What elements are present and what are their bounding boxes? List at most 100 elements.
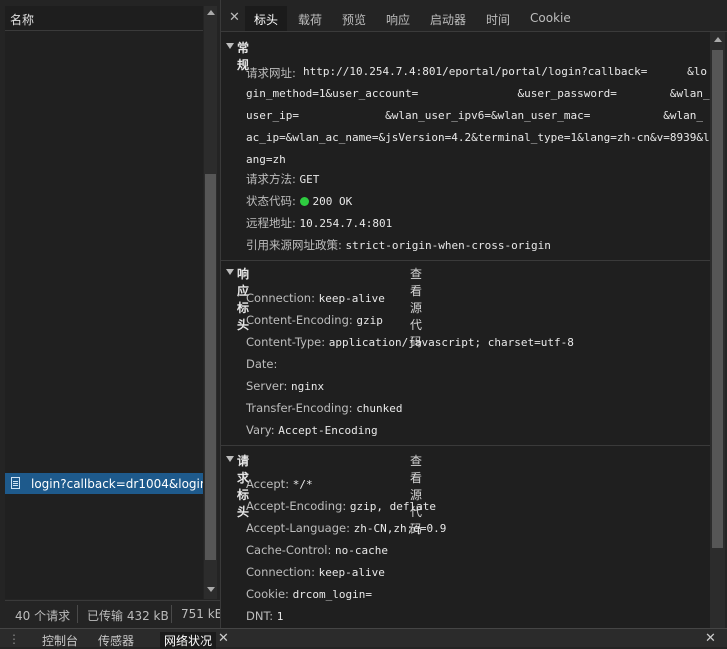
expand-triangle-icon <box>226 456 234 462</box>
request-list-scrollbar[interactable] <box>204 6 217 599</box>
remote-address-row: 远程地址: 10.254.7.4:801 <box>246 215 392 231</box>
response-header-row: Content-Encoding: gzip <box>246 313 383 327</box>
request-header-row: Connection: keep-alive <box>246 565 385 579</box>
scrollbar-thumb[interactable] <box>712 50 723 548</box>
request-url-line: ac_ip=&wlan_ac_name=&jsVersion=4.2&termi… <box>246 131 710 144</box>
header-key: DNT: <box>246 609 274 623</box>
request-method-key: 请求方法: <box>246 172 296 186</box>
status-code-value: 200 OK <box>312 195 353 208</box>
header-value: */* <box>292 478 313 491</box>
expand-triangle-icon <box>226 269 234 275</box>
response-header-row: Transfer-Encoding: chunked <box>246 401 403 415</box>
header-key: Transfer-Encoding: <box>246 401 353 415</box>
header-value: Accept-Encoding <box>278 424 378 437</box>
scrollbar-thumb[interactable] <box>205 174 216 560</box>
header-key: Date: <box>246 357 278 371</box>
request-row-selected[interactable]: login?callback=dr1004&login_method=1&use… <box>5 473 203 494</box>
header-key: Accept-Encoding: <box>246 499 347 513</box>
remote-address-value: 10.254.7.4:801 <box>299 217 393 230</box>
header-value: no-cache <box>335 544 388 557</box>
request-count: 40 个请求 <box>15 609 71 623</box>
drawer-tab-sensors[interactable]: 传感器 <box>98 632 134 649</box>
response-header-row: Server: nginx <box>246 379 324 393</box>
header-key: Connection: <box>246 565 315 579</box>
transferred-size: 已传输 432 kB <box>87 609 169 623</box>
name-column-header[interactable]: 名称 <box>5 6 203 31</box>
header-key: Connection: <box>246 291 315 305</box>
response-header-row: Date: <box>246 357 277 371</box>
header-key: Vary: <box>246 423 275 437</box>
file-icon <box>11 477 20 489</box>
name-column-label: 名称 <box>10 13 35 27</box>
request-header-row: Accept-Language: zh-CN,zh;q=0.9 <box>246 521 446 535</box>
request-header-row: DNT: 1 <box>246 609 283 623</box>
request-name: login?callback=dr1004&login_method=1&use… <box>31 477 203 491</box>
header-value: nginx <box>291 380 325 393</box>
scroll-up-arrow-icon[interactable] <box>207 10 215 15</box>
tab-initiator[interactable]: 启动器 <box>430 11 466 28</box>
response-header-row: Vary: Accept-Encoding <box>246 423 378 437</box>
header-key: Content-Type: <box>246 335 326 349</box>
header-value: chunked <box>356 402 403 415</box>
resource-size: 751 kB <box>181 607 223 621</box>
request-url-key: 请求网址: <box>246 66 296 80</box>
header-key: Cookie: <box>246 587 289 601</box>
tab-response[interactable]: 响应 <box>386 11 410 28</box>
response-header-row: Content-Type: application/javascript; ch… <box>246 335 574 349</box>
status-code-row: 状态代码: 200 OK <box>246 193 352 209</box>
header-value: keep-alive <box>318 566 385 579</box>
header-value: drcom_login= <box>292 588 373 601</box>
scroll-down-arrow-icon[interactable] <box>207 587 215 592</box>
detail-tabs: ✕ 标头 载荷 预览 响应 启动器 时间 Cookie <box>221 6 727 32</box>
drawer-menu-icon[interactable]: ⋮ <box>8 632 20 646</box>
status-ok-icon <box>299 197 309 206</box>
header-key: Accept: <box>246 477 290 491</box>
header-key: Cache-Control: <box>246 543 332 557</box>
request-header-row: Accept: */* <box>246 477 313 491</box>
header-value: application/javascript; charset=utf-8 <box>328 336 574 349</box>
close-icon[interactable]: ✕ <box>218 631 229 646</box>
drawer-tab-console[interactable]: 控制台 <box>42 632 78 649</box>
request-url-line: ang=zh <box>246 153 286 166</box>
network-summary-bar: 40 个请求 已传输 432 kB 751 kB <box>5 600 223 627</box>
status-code-key: 状态代码: <box>246 194 296 208</box>
request-header-row: Accept-Encoding: gzip, deflate <box>246 499 436 513</box>
referrer-policy-row: 引用来源网址政策: strict-origin-when-cross-origi… <box>246 237 551 253</box>
tab-payload[interactable]: 载荷 <box>298 11 322 28</box>
referrer-policy-value: strict-origin-when-cross-origin <box>345 239 551 252</box>
request-list <box>5 31 203 599</box>
response-header-row: Connection: keep-alive <box>246 291 385 305</box>
close-icon[interactable]: ✕ <box>229 10 240 25</box>
bottom-drawer-tabs: ⋮ 控制台 传感器 网络状况 ✕ ✕ <box>0 628 727 649</box>
section-divider <box>221 445 710 446</box>
request-header-row: Cookie: drcom_login= <box>246 587 372 601</box>
close-drawer-icon[interactable]: ✕ <box>705 631 716 646</box>
request-method-row: 请求方法: GET <box>246 171 319 187</box>
headers-panel: 常规 请求网址: http://10.254.7.4:801/eportal/p… <box>221 32 710 628</box>
request-list-panel: 名称 login?callback=dr1004&login_method=1&… <box>0 0 223 628</box>
header-key: Content-Encoding: <box>246 313 353 327</box>
remote-address-key: 远程地址: <box>246 216 296 230</box>
header-value: gzip <box>356 314 383 327</box>
request-url-row: 请求网址: <box>246 65 296 81</box>
header-value: gzip, deflate <box>349 500 436 513</box>
request-header-row: Cache-Control: no-cache <box>246 543 388 557</box>
section-divider <box>221 260 710 261</box>
divider <box>77 605 78 623</box>
divider <box>171 605 172 623</box>
header-value: 1 <box>276 610 284 623</box>
expand-triangle-icon <box>226 43 234 49</box>
header-value: keep-alive <box>318 292 385 305</box>
referrer-policy-key: 引用来源网址政策: <box>246 238 342 252</box>
scroll-up-arrow-icon[interactable] <box>714 37 722 42</box>
request-url-line: user_ip= &wlan_user_ipv6=&wlan_user_mac=… <box>246 109 703 122</box>
request-method-value: GET <box>299 173 320 186</box>
headers-scrollbar[interactable] <box>710 32 725 628</box>
tab-preview[interactable]: 预览 <box>342 11 366 28</box>
header-value: zh-CN,zh;q=0.9 <box>353 522 447 535</box>
tab-timing[interactable]: 时间 <box>486 11 510 28</box>
tab-cookies[interactable]: Cookie <box>530 11 571 25</box>
drawer-tab-network-conditions[interactable]: 网络状况 <box>160 632 217 649</box>
tab-headers[interactable]: 标头 <box>245 6 288 31</box>
header-key: Accept-Language: <box>246 521 350 535</box>
